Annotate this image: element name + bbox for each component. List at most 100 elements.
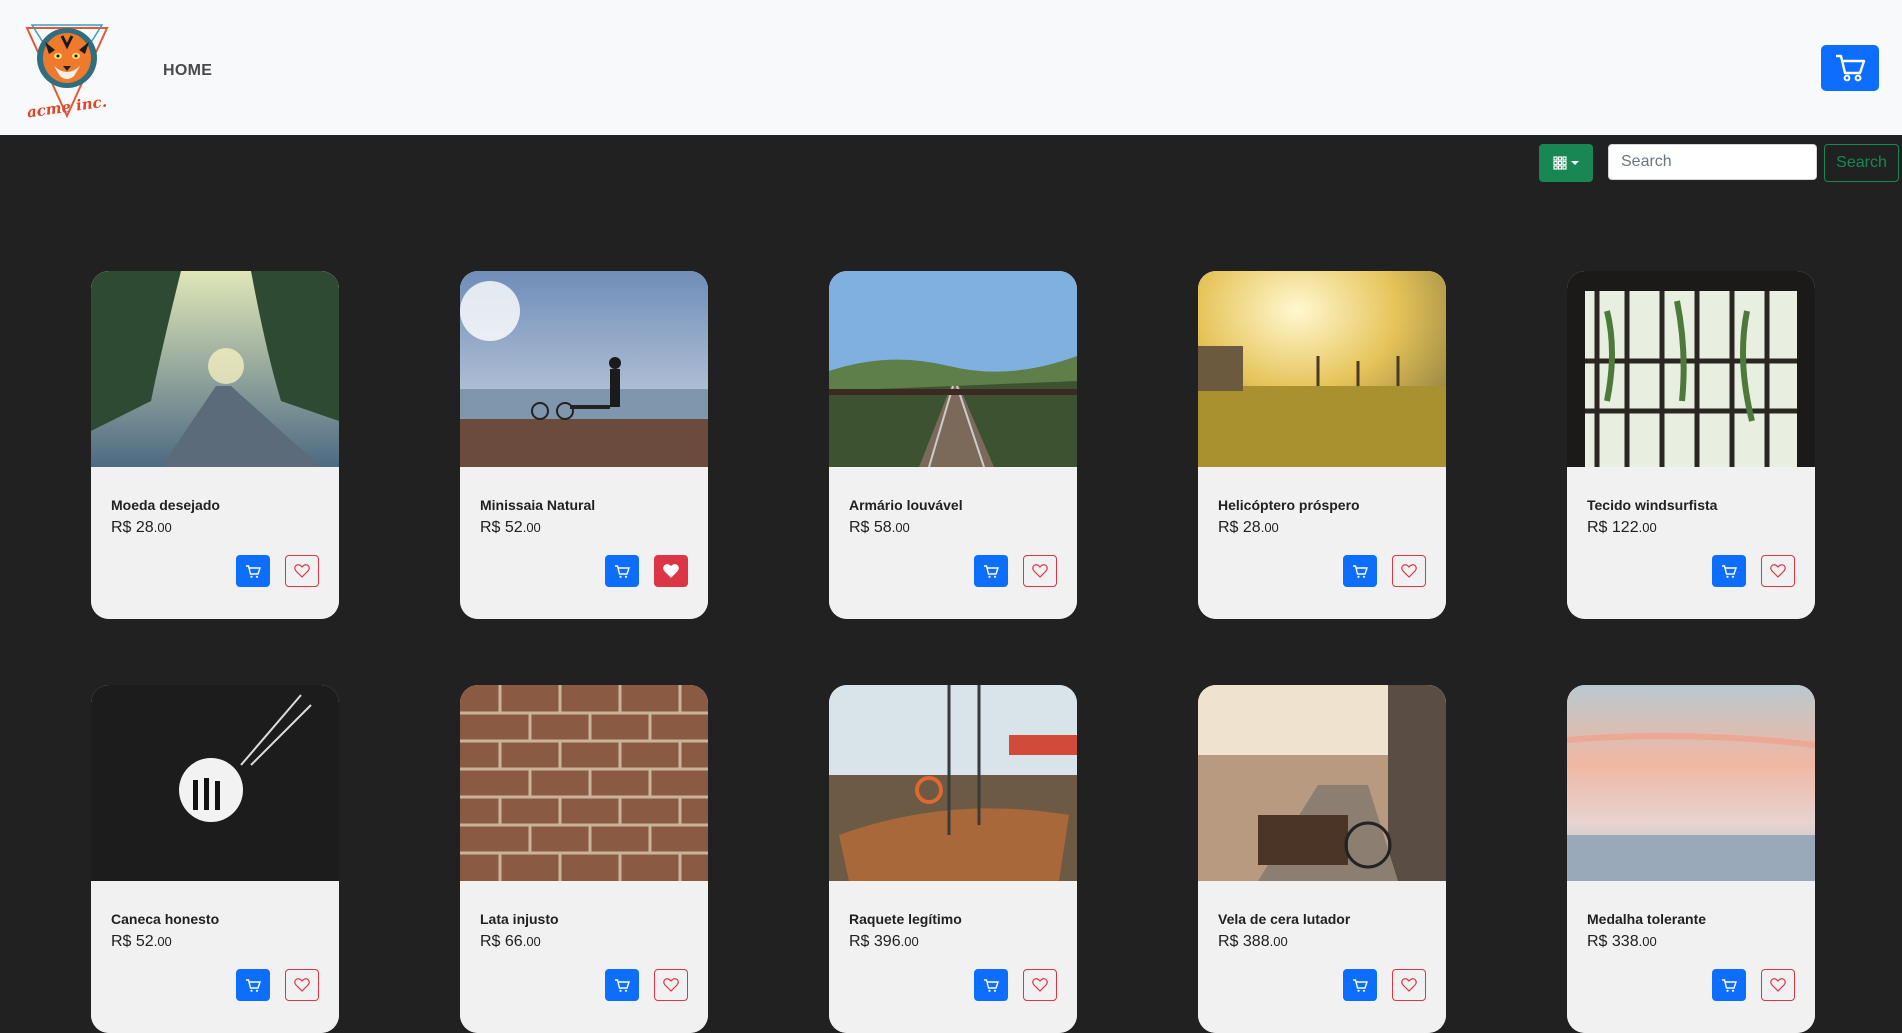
price-value: 52 <box>504 519 523 536</box>
product-image[interactable] <box>460 271 708 467</box>
add-to-cart-button[interactable] <box>974 969 1008 1001</box>
cart-icon <box>615 564 630 578</box>
product-card[interactable]: Armário louvável R$ 58.00 <box>829 271 1077 619</box>
product-image[interactable] <box>91 271 339 467</box>
product-card[interactable]: Tecido windsurfista R$ 122.00 <box>1567 271 1815 619</box>
heart-icon <box>294 978 310 992</box>
favorite-button[interactable] <box>285 555 319 587</box>
product-card[interactable]: Lata injusto R$ 66.00 <box>460 685 708 1033</box>
add-to-cart-button[interactable] <box>605 555 639 587</box>
add-to-cart-button[interactable] <box>1712 969 1746 1001</box>
product-card-body: Minissaia Natural R$ 52.00 <box>460 467 708 619</box>
product-image[interactable] <box>1198 271 1446 467</box>
heart-icon <box>1032 978 1048 992</box>
product-price: R$ 122.00 <box>1587 519 1657 537</box>
heart-icon <box>1032 564 1048 578</box>
product-card[interactable]: Vela de cera lutador R$ 388.00 <box>1198 685 1446 1033</box>
add-to-cart-button[interactable] <box>605 969 639 1001</box>
favorite-button[interactable] <box>1392 555 1426 587</box>
price-cents: .00 <box>1638 520 1657 535</box>
caret-down-icon <box>1571 161 1579 165</box>
acme-tiger-logo[interactable]: acme inc. <box>22 20 112 122</box>
product-card[interactable]: Minissaia Natural R$ 52.00 <box>460 271 708 619</box>
favorite-button[interactable] <box>285 969 319 1001</box>
cart-button[interactable] <box>1821 45 1879 91</box>
product-card-body: Raquete legítimo R$ 396.00 <box>829 881 1077 1033</box>
product-name: Medalha tolerante <box>1587 911 1707 927</box>
cart-icon <box>1722 978 1737 992</box>
cart-icon <box>246 564 261 578</box>
heart-icon <box>1401 978 1417 992</box>
heart-icon <box>663 564 679 578</box>
favorite-button[interactable] <box>1023 969 1057 1001</box>
price-cents: .00 <box>1269 934 1288 949</box>
price-currency: R$ <box>849 519 870 536</box>
product-name: Helicóptero próspero <box>1218 497 1360 513</box>
product-image[interactable] <box>1567 685 1815 881</box>
view-mode-dropdown[interactable] <box>1539 144 1593 182</box>
product-image[interactable] <box>460 685 708 881</box>
heart-icon <box>294 564 310 578</box>
price-value: 58 <box>873 519 892 536</box>
product-card[interactable]: Raquete legítimo R$ 396.00 <box>829 685 1077 1033</box>
search-button[interactable]: Search <box>1824 144 1899 182</box>
product-card-body: Caneca honesto R$ 52.00 <box>91 881 339 1033</box>
product-card-body: Medalha tolerante R$ 338.00 <box>1567 881 1815 1033</box>
product-price: R$ 52.00 <box>480 519 541 537</box>
price-value: 122 <box>1611 519 1639 536</box>
product-image[interactable] <box>829 271 1077 467</box>
cart-icon <box>984 564 999 578</box>
product-image[interactable] <box>91 685 339 881</box>
price-currency: R$ <box>1218 519 1239 536</box>
product-image[interactable] <box>1198 685 1446 881</box>
price-cents: .00 <box>153 934 172 949</box>
cart-icon <box>615 978 630 992</box>
add-to-cart-button[interactable] <box>236 969 270 1001</box>
price-value: 28 <box>135 519 154 536</box>
product-card-body: Moeda desejado R$ 28.00 <box>91 467 339 619</box>
add-to-cart-button[interactable] <box>1712 555 1746 587</box>
cart-icon <box>1353 978 1368 992</box>
favorite-button[interactable] <box>1392 969 1426 1001</box>
nav-home-link[interactable]: HOME <box>163 62 212 80</box>
product-price: R$ 28.00 <box>1218 519 1279 537</box>
favorite-button[interactable] <box>654 969 688 1001</box>
add-to-cart-button[interactable] <box>1343 969 1377 1001</box>
price-cents: .00 <box>900 934 919 949</box>
price-cents: .00 <box>1260 520 1279 535</box>
product-price: R$ 28.00 <box>111 519 172 537</box>
price-cents: .00 <box>1638 934 1657 949</box>
favorite-button[interactable] <box>1761 969 1795 1001</box>
cart-icon <box>246 978 261 992</box>
product-image[interactable] <box>829 685 1077 881</box>
price-cents: .00 <box>153 520 172 535</box>
price-currency: R$ <box>111 519 132 536</box>
product-card[interactable]: Caneca honesto R$ 52.00 <box>91 685 339 1033</box>
product-name: Vela de cera lutador <box>1218 911 1351 927</box>
product-card-body: Armário louvável R$ 58.00 <box>829 467 1077 619</box>
product-name: Raquete legítimo <box>849 911 962 927</box>
product-card-body: Tecido windsurfista R$ 122.00 <box>1567 467 1815 619</box>
add-to-cart-button[interactable] <box>1343 555 1377 587</box>
price-cents: .00 <box>522 520 541 535</box>
product-card[interactable]: Helicóptero próspero R$ 28.00 <box>1198 271 1446 619</box>
favorite-button[interactable] <box>654 555 688 587</box>
favorite-button[interactable] <box>1023 555 1057 587</box>
cart-icon <box>984 978 999 992</box>
product-name: Tecido windsurfista <box>1587 497 1718 513</box>
cart-icon <box>1722 564 1737 578</box>
add-to-cart-button[interactable] <box>974 555 1008 587</box>
add-to-cart-button[interactable] <box>236 555 270 587</box>
favorite-button[interactable] <box>1761 555 1795 587</box>
search-input[interactable] <box>1608 144 1817 180</box>
product-name: Armário louvável <box>849 497 963 513</box>
product-name: Caneca honesto <box>111 911 220 927</box>
product-card[interactable]: Moeda desejado R$ 28.00 <box>91 271 339 619</box>
product-price: R$ 58.00 <box>849 519 910 537</box>
product-card-body: Lata injusto R$ 66.00 <box>460 881 708 1033</box>
heart-icon <box>663 978 679 992</box>
product-name: Minissaia Natural <box>480 497 596 513</box>
product-name: Moeda desejado <box>111 497 220 513</box>
product-image[interactable] <box>1567 271 1815 467</box>
product-card[interactable]: Medalha tolerante R$ 338.00 <box>1567 685 1815 1033</box>
